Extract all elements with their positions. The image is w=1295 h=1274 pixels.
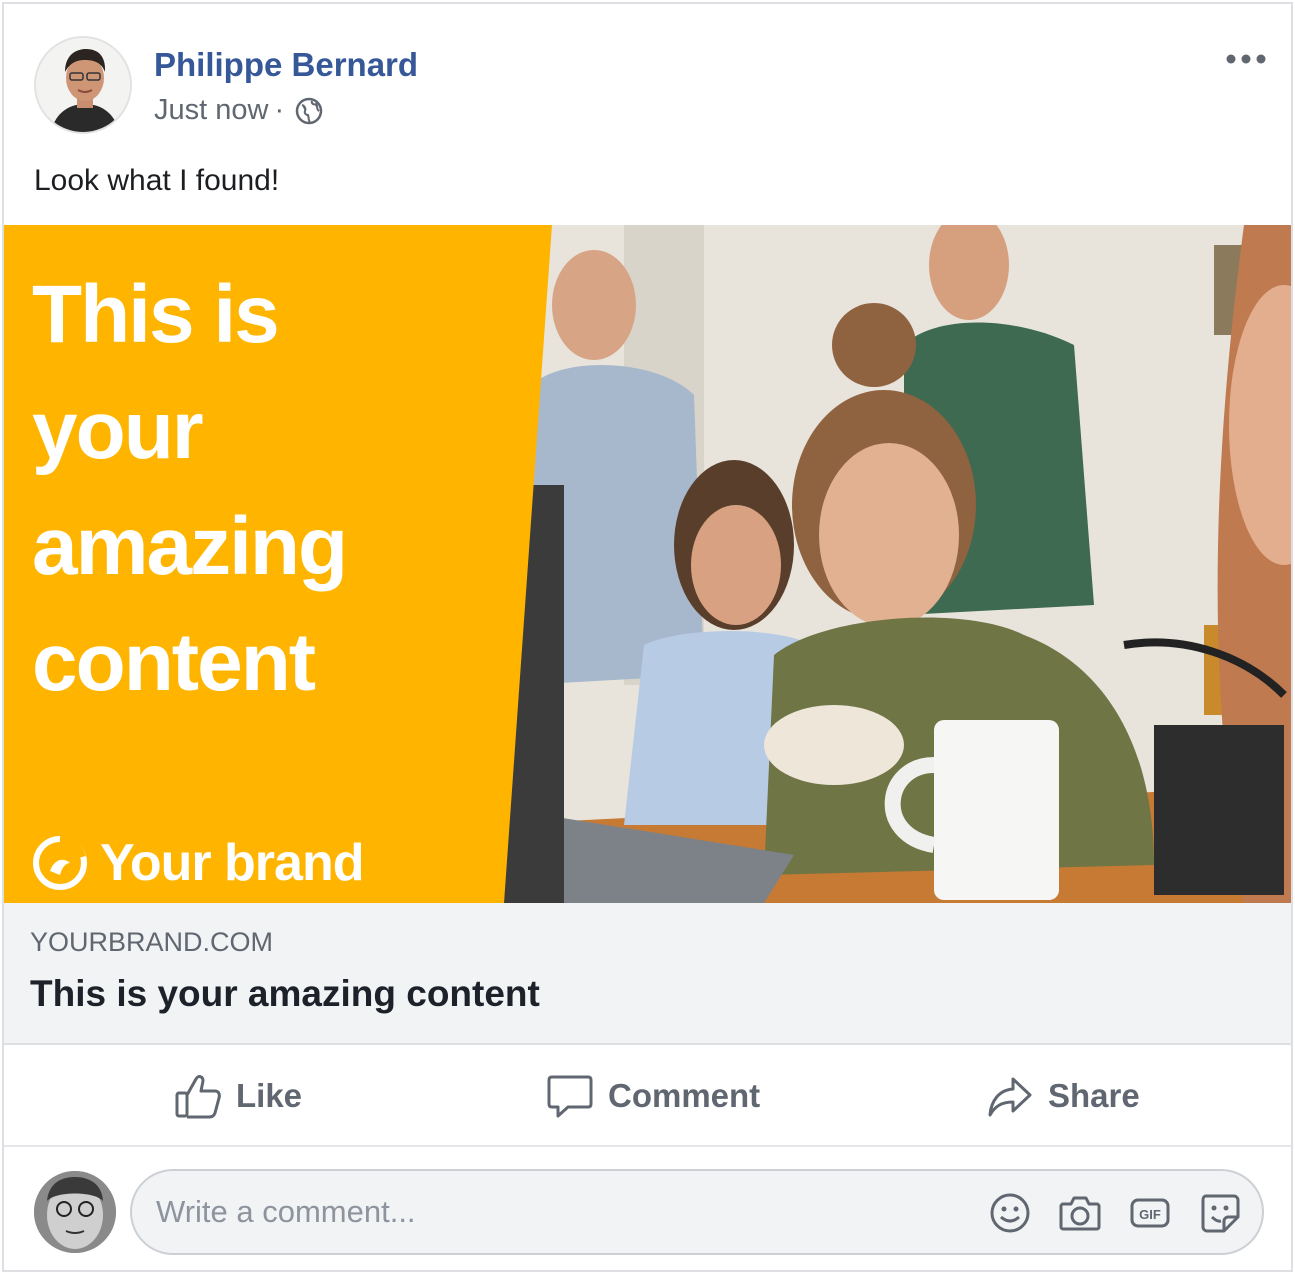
thumbs-up-icon xyxy=(175,1075,221,1119)
globe-icon[interactable] xyxy=(294,96,324,126)
link-title[interactable]: This is your amazing content xyxy=(30,973,540,1015)
post-text: Look what I found! xyxy=(34,164,280,197)
action-bar: Like Comment Share xyxy=(4,1047,1291,1147)
author-avatar[interactable] xyxy=(34,36,132,134)
comment-field[interactable]: GIF xyxy=(130,1169,1264,1255)
share-button[interactable]: Share xyxy=(986,1071,1140,1121)
like-button[interactable]: Like xyxy=(174,1071,302,1121)
svg-text:GIF: GIF xyxy=(1139,1207,1161,1222)
sticker-icon[interactable] xyxy=(1198,1191,1242,1235)
comment-bubble-icon xyxy=(547,1075,593,1118)
comment-icons: GIF xyxy=(962,1191,1242,1235)
emoji-icon[interactable] xyxy=(988,1191,1032,1235)
gif-icon[interactable]: GIF xyxy=(1128,1191,1172,1235)
post-image[interactable]: This is your amazing content Your brand xyxy=(4,225,1291,903)
author-name[interactable]: Philippe Bernard xyxy=(154,46,418,84)
post-header: Philippe Bernard Just now · xyxy=(34,36,1271,136)
comment-button[interactable]: Comment xyxy=(546,1071,760,1121)
current-user-avatar[interactable] xyxy=(34,1171,116,1253)
brand-name: Your brand xyxy=(100,834,364,892)
more-options-icon[interactable] xyxy=(1221,44,1271,74)
brand-logo-icon xyxy=(33,835,87,890)
share-label: Share xyxy=(1048,1077,1140,1114)
like-label: Like xyxy=(236,1077,303,1114)
brand-row: Your brand xyxy=(32,833,364,893)
comment-label: Comment xyxy=(608,1077,761,1114)
post-meta: Just now · xyxy=(154,94,324,127)
comment-input[interactable] xyxy=(156,1189,936,1235)
comment-composer: GIF xyxy=(4,1149,1291,1270)
post-timestamp[interactable]: Just now xyxy=(154,94,268,127)
link-preview[interactable]: YOURBRAND.COM This is your amazing conte… xyxy=(4,903,1291,1045)
image-headline: This is your amazing content xyxy=(32,269,348,708)
link-domain: YOURBRAND.COM xyxy=(30,927,274,957)
camera-icon[interactable] xyxy=(1058,1191,1102,1235)
share-arrow-icon xyxy=(988,1077,1032,1117)
post-card: Philippe Bernard Just now · Look what I … xyxy=(2,2,1293,1272)
meta-separator: · xyxy=(274,94,285,126)
